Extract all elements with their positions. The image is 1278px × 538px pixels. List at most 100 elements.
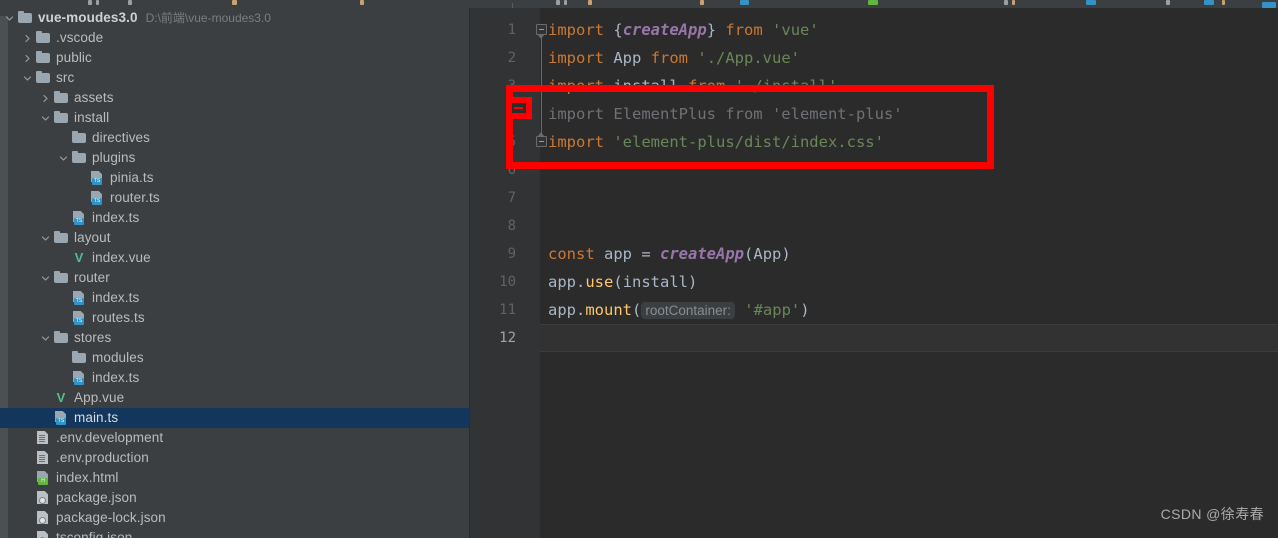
code-line[interactable]: 4import ElementPlus from 'element-plus' (470, 100, 1278, 128)
toolbar-icon[interactable] (1204, 0, 1214, 5)
line-number[interactable]: 7 (470, 184, 516, 212)
tree-row-index-ts[interactable]: TS index.ts (0, 208, 470, 228)
line-number[interactable]: 9 (470, 240, 516, 268)
tree-row-main-ts[interactable]: TS main.ts (0, 408, 470, 428)
code-line-text: app.use(install) (548, 268, 697, 296)
tree-row-pinia-ts[interactable]: TS pinia.ts (0, 168, 470, 188)
toolbar-icon[interactable] (96, 0, 99, 5)
project-file-tree[interactable]: vue-moudes3.0 D:\前端\vue-moudes3.0 .vscode p… (0, 8, 470, 538)
tree-row-layout[interactable]: layout (0, 228, 470, 248)
code-token: ) (800, 301, 810, 319)
line-number[interactable]: 6 (470, 156, 516, 184)
tree-row-label: public (56, 50, 92, 65)
toolbar-icon[interactable] (1004, 0, 1008, 5)
tree-row-router[interactable]: router (0, 268, 470, 288)
code-line[interactable]: 2 import App from './App.vue' (470, 44, 1278, 72)
toolbar-icon[interactable] (128, 0, 132, 5)
line-number[interactable]: 12 (470, 324, 516, 352)
tree-row--vscode[interactable]: .vscode (0, 28, 470, 48)
tree-row-public[interactable]: public (0, 48, 470, 68)
toolbar-icon[interactable] (1086, 0, 1096, 5)
tree-row-plugins[interactable]: plugins (0, 148, 470, 168)
chevron-right-icon[interactable] (22, 33, 33, 44)
code-token: install (622, 273, 689, 291)
line-number[interactable]: 8 (470, 212, 516, 240)
tree-row-index-vue[interactable]: Vindex.vue (0, 248, 470, 268)
toolbar-icon[interactable] (1166, 0, 1170, 5)
code-line[interactable]: 9 const app = createApp(App) (470, 240, 1278, 268)
code-token: app (548, 301, 576, 319)
chevron-down-icon[interactable] (40, 333, 51, 344)
tree-row-label: package.json (56, 490, 137, 505)
toolbar-icon[interactable] (88, 0, 92, 5)
chevron-down-icon[interactable] (40, 233, 51, 244)
tree-row-stores[interactable]: stores (0, 328, 470, 348)
tree-row-install[interactable]: install (0, 108, 470, 128)
chevron-down-icon[interactable] (40, 273, 51, 284)
tree-row-assets[interactable]: assets (0, 88, 470, 108)
toolbar-icon[interactable] (588, 0, 592, 5)
tree-row-label: index.vue (92, 250, 151, 265)
toolbar-icon[interactable] (564, 0, 567, 5)
code-token: import (548, 133, 604, 151)
fold-minus-icon[interactable] (536, 136, 547, 147)
code-token: ) (781, 245, 791, 263)
code-line[interactable]: 12 (470, 324, 1278, 352)
line-number[interactable]: 2 (470, 44, 516, 72)
code-line[interactable]: 1 import {createApp} from 'vue' (470, 16, 1278, 44)
code-line[interactable]: 6 (470, 156, 1278, 184)
toolbar-icon[interactable] (360, 0, 364, 5)
tree-row-router-ts[interactable]: TS router.ts (0, 188, 470, 208)
toolbar-icon[interactable] (232, 0, 237, 5)
tree-row-tsconfig-json[interactable]: tsconfig.json (0, 528, 470, 538)
line-number[interactable]: 1 (470, 16, 516, 44)
toolbar-icon[interactable] (1012, 0, 1015, 5)
tree-row-src[interactable]: src (0, 68, 470, 88)
chevron-right-icon[interactable] (40, 93, 51, 104)
tree-row-app-vue[interactable]: V App.vue (0, 388, 470, 408)
code-token: import ElementPlus from 'element-plus' (548, 105, 903, 123)
chevron-down-icon[interactable] (40, 113, 51, 124)
line-number[interactable]: 10 (470, 268, 516, 296)
toolbar-icon[interactable] (868, 0, 878, 5)
tree-row-label: vue-moudes3.0 (38, 10, 138, 25)
chevron-down-icon[interactable] (4, 13, 15, 24)
code-editor[interactable]: 1 import {createApp} from 'vue' 2 import Ap… (470, 8, 1278, 538)
code-line[interactable]: 11 app.mount(rootContainer: '#app') (470, 296, 1278, 324)
code-token: } (706, 21, 717, 39)
tree-row-routes-ts[interactable]: TS routes.ts (0, 308, 470, 328)
code-line[interactable]: 7 (470, 184, 1278, 212)
tree-row--env-production[interactable]: .env.production (0, 448, 470, 468)
tree-row-index-html[interactable]: Hindex.html (0, 468, 470, 488)
tree-row--env-development[interactable]: .env.development (0, 428, 470, 448)
fold-minus-icon[interactable] (536, 24, 547, 35)
chevron-down-icon[interactable] (58, 153, 69, 164)
toolbar-icon[interactable] (556, 0, 560, 5)
line-number[interactable]: 11 (470, 296, 516, 324)
tree-row-index-ts[interactable]: TS index.ts (0, 288, 470, 308)
toolbar-icon[interactable] (1222, 0, 1225, 5)
line-number[interactable]: 5 (470, 128, 516, 156)
toolbar-icon[interactable] (700, 0, 704, 5)
code-line[interactable]: 3 import install from './install' (470, 72, 1278, 100)
toolbar-icon[interactable] (740, 0, 749, 5)
tree-row-root[interactable]: vue-moudes3.0 D:\前端\vue-moudes3.0 (0, 8, 470, 28)
tree-row-label: index.ts (92, 290, 140, 305)
chevron-right-icon[interactable] (22, 53, 33, 64)
tree-row-directives[interactable]: directives (0, 128, 470, 148)
tree-row-label: package-lock.json (56, 510, 166, 525)
annotation-marker-dash (514, 107, 523, 109)
code-content[interactable]: 1 import {createApp} from 'vue' 2 import Ap… (470, 8, 1278, 538)
line-number[interactable]: 3 (470, 72, 516, 100)
tree-row-package-json[interactable]: package.json (0, 488, 470, 508)
tree-row-modules[interactable]: modules (0, 348, 470, 368)
code-line[interactable]: 10 app.use(install) (470, 268, 1278, 296)
tree-row-package-lock-json[interactable]: package-lock.json (0, 508, 470, 528)
chevron-down-icon[interactable] (22, 73, 33, 84)
tree-row-index-ts[interactable]: TS index.ts (0, 368, 470, 388)
project-tool-window[interactable]: vue-moudes3.0 D:\前端\vue-moudes3.0 .vscode p… (0, 8, 470, 538)
code-line[interactable]: 5 import 'element-plus/dist/index.css' (470, 128, 1278, 156)
json-file-icon (35, 490, 51, 506)
code-line[interactable]: 8 (470, 212, 1278, 240)
